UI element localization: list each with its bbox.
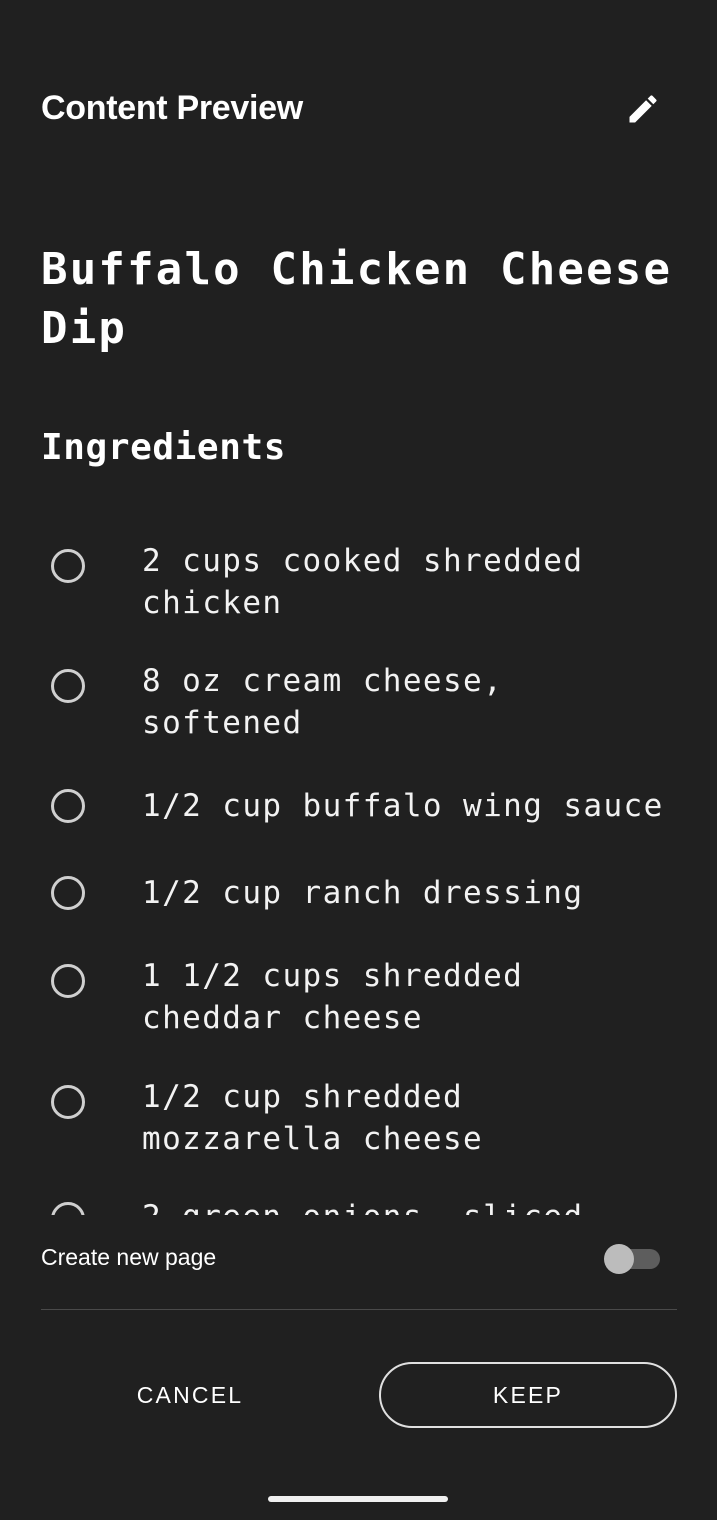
edit-button[interactable] <box>618 84 668 134</box>
unchecked-circle-icon[interactable] <box>51 549 85 583</box>
ingredient-label: 1/2 cup ranch dressing <box>142 875 584 911</box>
header-bar: Content Preview <box>0 0 717 200</box>
page-title: Content Preview <box>41 89 303 127</box>
home-indicator[interactable] <box>268 1496 448 1502</box>
create-new-page-label: Create new page <box>41 1244 217 1270</box>
ingredient-label: 2 cups cooked shredded chicken <box>142 543 584 621</box>
unchecked-circle-icon[interactable] <box>51 1202 85 1215</box>
ingredient-label: 2 green onions, sliced <box>142 1196 702 1215</box>
keep-button[interactable]: KEEP <box>379 1362 677 1428</box>
ingredient-label: 1/2 cup shredded mozzarella cheese <box>142 1079 484 1157</box>
ingredient-label: 1/2 cup buffalo wing sauce <box>142 788 664 824</box>
content-preview[interactable]: Buffalo Chicken Cheese Dip Ingredients 2… <box>0 200 717 1215</box>
cancel-button[interactable]: CANCEL <box>90 1362 290 1428</box>
ingredient-label: 1 1/2 cups shredded cheddar cheese <box>142 958 524 1036</box>
create-new-page-toggle[interactable] <box>604 1244 660 1274</box>
unchecked-circle-icon[interactable] <box>51 789 85 823</box>
ingredient-label: 8 oz cream cheese, softened <box>142 663 504 741</box>
create-new-page-row[interactable]: Create new page <box>0 1230 717 1286</box>
unchecked-circle-icon[interactable] <box>51 1085 85 1119</box>
unchecked-circle-icon[interactable] <box>51 669 85 703</box>
unchecked-circle-icon[interactable] <box>51 876 85 910</box>
divider <box>41 1309 677 1310</box>
pencil-icon <box>629 95 657 123</box>
unchecked-circle-icon[interactable] <box>51 964 85 998</box>
toggle-thumb <box>604 1244 634 1274</box>
recipe-title: Buffalo Chicken Cheese Dip <box>41 244 673 354</box>
ingredients-heading: Ingredients <box>41 427 287 468</box>
